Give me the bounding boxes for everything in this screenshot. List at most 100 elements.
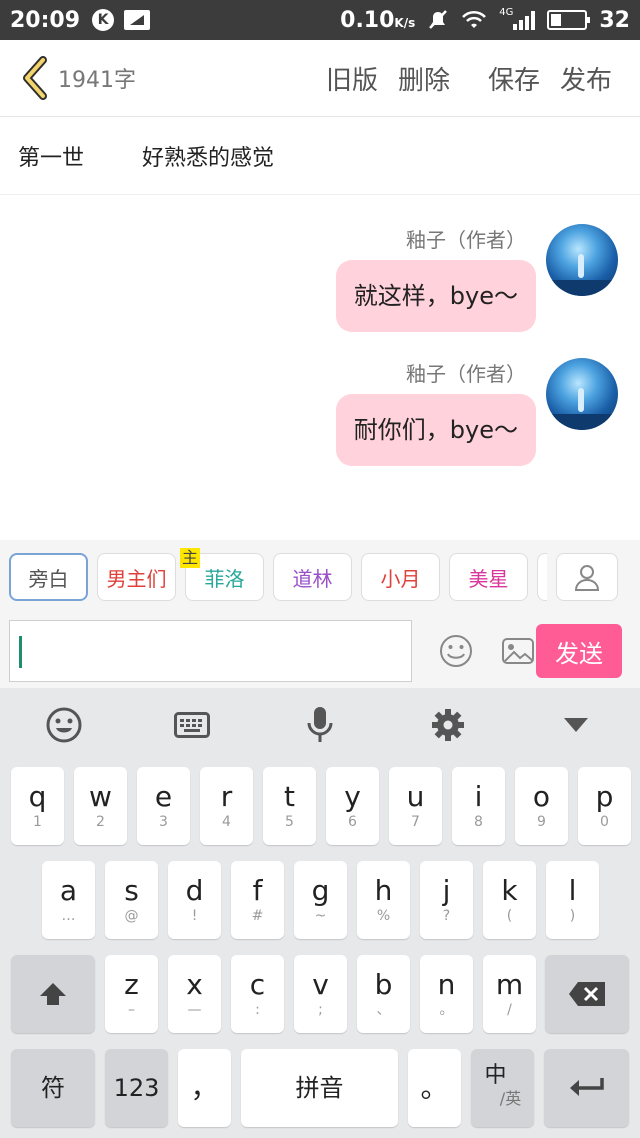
key-label: v (312, 968, 329, 1001)
key-label: o (532, 780, 551, 813)
kb-hide-button[interactable] (556, 705, 596, 745)
kb-voice-button[interactable] (300, 705, 340, 745)
key-v[interactable]: v; (294, 955, 347, 1033)
key-d[interactable]: d! (168, 861, 221, 939)
text-cursor (19, 636, 22, 668)
key-label: b (374, 968, 393, 1001)
role-chip[interactable]: 旁白 (9, 553, 88, 601)
role-chip[interactable]: 小月 (361, 553, 440, 601)
enter-key[interactable] (544, 1049, 629, 1127)
role-label: 美星 (468, 566, 509, 591)
role-label: 旁白 (28, 566, 69, 591)
key-label: d (185, 874, 204, 907)
key-sublabel: 0 (600, 814, 609, 830)
old-version-button[interactable]: 旧版 (316, 60, 388, 97)
key-label: y (344, 780, 361, 813)
key-b[interactable]: b、 (357, 955, 410, 1033)
key-label: t (284, 780, 295, 813)
key-w[interactable]: w2 (74, 767, 127, 845)
key-l[interactable]: l) (546, 861, 599, 939)
key-a[interactable]: a… (42, 861, 95, 939)
emoji-button[interactable] (438, 633, 474, 669)
microphone-icon (307, 707, 333, 742)
wifi-icon (462, 10, 487, 28)
role-chip[interactable]: 主菲洛 (180, 548, 264, 601)
language-switch-key[interactable]: 中/英 (471, 1049, 534, 1127)
role-chip-partial[interactable] (537, 553, 547, 601)
message-bubble[interactable]: 耐你们，bye～ (335, 394, 536, 466)
role-label: 道林 (292, 566, 333, 591)
key-sublabel: @ (124, 908, 139, 924)
key-sublabel: / (507, 1002, 512, 1018)
key-m[interactable]: m / (483, 955, 536, 1033)
key-c[interactable]: c: (231, 955, 284, 1033)
period-key[interactable]: 。 (408, 1049, 461, 1127)
key-s[interactable]: s @ (105, 861, 158, 939)
key-label: h (374, 874, 393, 907)
save-button[interactable]: 保存 (478, 60, 550, 97)
key-sublabel: 6 (348, 814, 357, 830)
comma-key[interactable]: ， (178, 1049, 231, 1127)
editor-header: 1941字 旧版 删除 保存 发布 (0, 40, 640, 117)
network-speed: 0.10K/s (340, 8, 415, 33)
key-r[interactable]: r4 (200, 767, 253, 845)
battery-level: 32 (599, 7, 630, 33)
input-row: 发送 (0, 614, 640, 688)
chapter-row[interactable]: 第一世 好熟悉的感觉 (0, 118, 640, 195)
key-z[interactable]: z – (105, 955, 158, 1033)
space-key[interactable]: 拼音 (241, 1049, 398, 1127)
key-label: s (124, 874, 139, 907)
key-h[interactable]: h% (357, 861, 410, 939)
message-input[interactable] (9, 620, 412, 682)
delete-button[interactable]: 删除 (388, 60, 460, 97)
role-chip[interactable]: 美星 (449, 553, 528, 601)
key-sublabel: # (251, 908, 264, 924)
role-chip[interactable]: 男主们 (97, 553, 176, 601)
shift-key[interactable] (11, 955, 95, 1033)
key-o[interactable]: o9 (515, 767, 568, 845)
role-selector: 旁白 男主们 主菲洛 道林 小月 美星 (0, 540, 640, 614)
key-q[interactable]: q1 (11, 767, 64, 845)
key-sublabel: ! (191, 908, 198, 924)
back-arrow-icon (23, 56, 47, 100)
role-chip[interactable]: 道林 (273, 553, 352, 601)
key-label: p (595, 780, 614, 813)
key-sublabel: ) (569, 908, 576, 924)
keyboard-icon (174, 712, 210, 738)
key-f[interactable]: f # (231, 861, 284, 939)
key-x[interactable]: x — (168, 955, 221, 1033)
publish-button[interactable]: 发布 (550, 60, 622, 97)
key-u[interactable]: u7 (389, 767, 442, 845)
chapter-title: 好熟悉的感觉 (142, 146, 275, 171)
key-sublabel: : (255, 1002, 260, 1018)
key-sublabel: — (187, 1002, 202, 1018)
status-time: 20:09 (10, 7, 81, 33)
shift-arrow-icon (40, 983, 66, 1005)
key-g[interactable]: g ~ (294, 861, 347, 939)
numbers-key[interactable]: 123 (105, 1049, 168, 1127)
key-p[interactable]: p0 (578, 767, 631, 845)
add-role-button[interactable] (556, 553, 618, 601)
key-label: 123 (113, 1074, 160, 1102)
kb-emoji-button[interactable] (44, 705, 84, 745)
key-y[interactable]: y6 (326, 767, 379, 845)
kb-keyboard-button[interactable] (172, 705, 212, 745)
key-i[interactable]: i8 (452, 767, 505, 845)
message-bubble[interactable]: 就这样，bye～ (335, 260, 536, 332)
avatar[interactable] (546, 224, 618, 296)
key-n[interactable]: n。 (420, 955, 473, 1033)
key-label: m (495, 968, 524, 1001)
kb-settings-button[interactable] (428, 705, 468, 745)
avatar[interactable] (546, 358, 618, 430)
back-button[interactable] (14, 48, 54, 108)
image-button[interactable] (500, 633, 536, 669)
send-button[interactable]: 发送 (536, 624, 622, 678)
key-t[interactable]: t5 (263, 767, 316, 845)
key-e[interactable]: e3 (137, 767, 190, 845)
key-k[interactable]: k( (483, 861, 536, 939)
key-label: x (186, 968, 203, 1001)
key-j[interactable]: j? (420, 861, 473, 939)
key-label: a (59, 874, 78, 907)
backspace-key[interactable] (545, 955, 629, 1033)
symbols-key[interactable]: 符 (11, 1049, 95, 1127)
